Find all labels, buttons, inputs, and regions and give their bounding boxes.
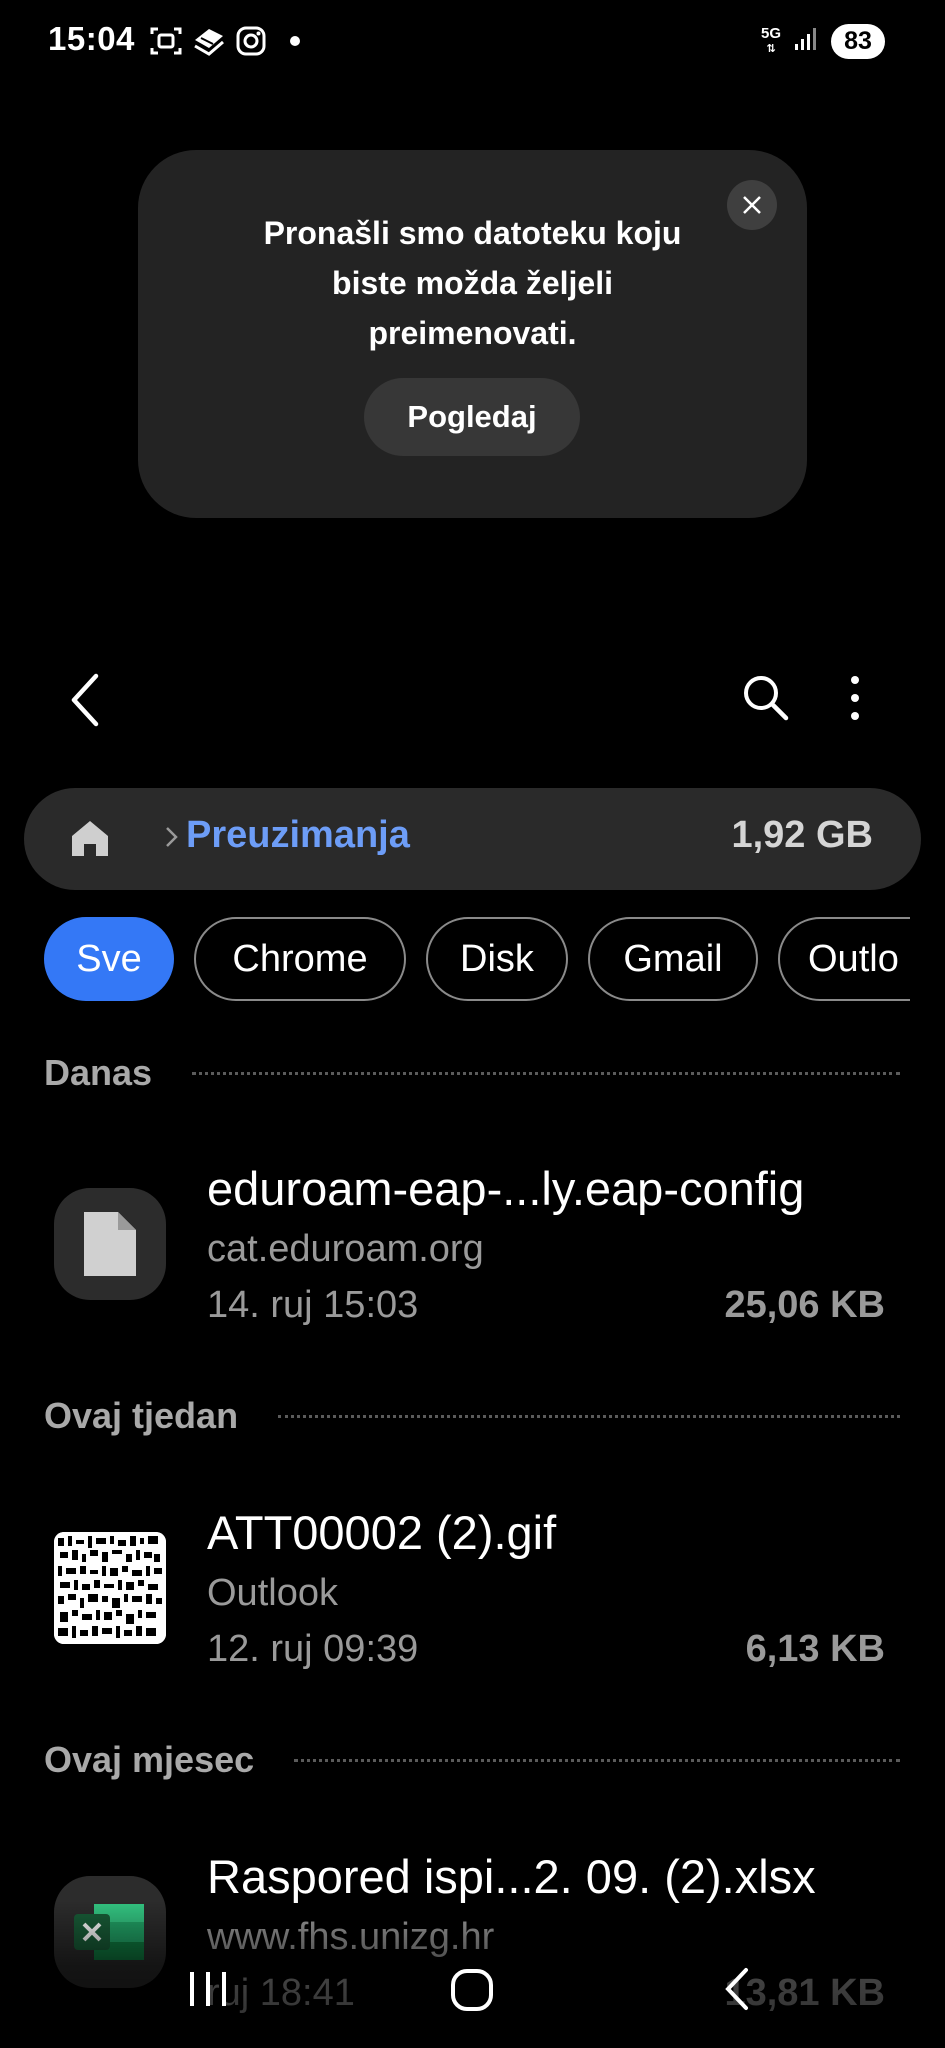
document-icon: [54, 1188, 166, 1300]
file-name: Raspored ispi...2. 09. (2).xlsx: [207, 1850, 816, 1903]
more-options-button[interactable]: [840, 672, 870, 724]
current-folder[interactable]: Preuzimanja: [186, 814, 410, 857]
section-title: Ovaj mjesec: [44, 1739, 255, 1780]
file-size: 6,13 KB: [745, 1628, 885, 1670]
section-divider: [278, 1414, 900, 1418]
file-row[interactable]: eduroam-eap-...ly.eap-config cat.eduroam…: [0, 1140, 945, 1340]
nav-back-button[interactable]: [720, 1966, 756, 2017]
section-title: Danas: [44, 1052, 153, 1093]
file-size: 25,06 KB: [724, 1284, 885, 1326]
file-row[interactable]: ATT00002 (2).gif Outlook 12. ruj 09:39 6…: [0, 1484, 945, 1684]
filter-chip-all[interactable]: Sve: [44, 917, 174, 1001]
file-name: ATT00002 (2).gif: [207, 1506, 557, 1559]
file-date: 12. ruj 09:39: [207, 1628, 419, 1670]
status-right: 5G ⇅ 83: [761, 24, 885, 59]
folder-size: 1,92 GB: [731, 814, 873, 856]
chevron-right-icon: [164, 822, 180, 857]
network-label: 5G: [760, 25, 781, 42]
view-button[interactable]: Pogledaj: [364, 378, 580, 456]
file-source: cat.eduroam.org: [207, 1228, 484, 1270]
recent-apps-button[interactable]: [186, 1968, 232, 2015]
search-icon: [744, 676, 789, 721]
section-divider: [192, 1071, 900, 1075]
back-icon: [71, 673, 99, 727]
home-icon[interactable]: [68, 816, 112, 865]
excel-icon: [54, 1876, 166, 1988]
network-badge: 5G ⇅: [760, 25, 781, 56]
notification-dot-icon: [290, 36, 300, 46]
section-header: Ovaj mjesec: [44, 1735, 900, 1785]
rename-suggestion-popup: Pronašli smo datoteku koju biste možda ž…: [138, 150, 807, 518]
filter-chip-gmail[interactable]: Gmail: [588, 917, 758, 1001]
status-time: 15:04: [48, 20, 135, 57]
app-icon: [192, 26, 226, 56]
instagram-icon: [236, 26, 266, 56]
home-button[interactable]: [450, 1968, 494, 2017]
back-icon: [725, 1968, 748, 2010]
popup-message: Pronašli smo datoteku koju biste možda ž…: [263, 215, 682, 351]
search-button[interactable]: [740, 672, 792, 724]
section-divider: [294, 1758, 900, 1762]
filter-chips: Sve Chrome Disk Gmail Outlo: [44, 917, 910, 1005]
file-source: Outlook: [207, 1572, 338, 1614]
breadcrumb: Preuzimanja 1,92 GB: [24, 788, 921, 890]
screenshot-icon: [150, 26, 182, 56]
home-icon: [451, 1969, 493, 2011]
file-source: www.fhs.unizg.hr: [207, 1916, 495, 1958]
section-header: Danas: [44, 1048, 900, 1098]
file-name: eduroam-eap-...ly.eap-config: [207, 1162, 805, 1215]
filter-chip-disk[interactable]: Disk: [426, 917, 568, 1001]
status-icons: [150, 26, 300, 56]
battery-level: 83: [831, 24, 885, 59]
data-arrows-icon: ⇅: [766, 43, 776, 55]
gif-thumbnail: [54, 1532, 166, 1644]
section-title: Ovaj tjedan: [44, 1395, 239, 1436]
back-button[interactable]: [64, 670, 112, 730]
signal-icon: [793, 26, 819, 57]
recent-apps-icon: [190, 1972, 226, 2006]
filter-chip-outlook[interactable]: Outlo: [778, 917, 910, 1001]
file-date: 14. ruj 15:03: [207, 1284, 419, 1326]
filter-chip-chrome[interactable]: Chrome: [194, 917, 406, 1001]
more-options-icon: [851, 676, 859, 720]
section-header: Ovaj tjedan: [44, 1391, 900, 1441]
